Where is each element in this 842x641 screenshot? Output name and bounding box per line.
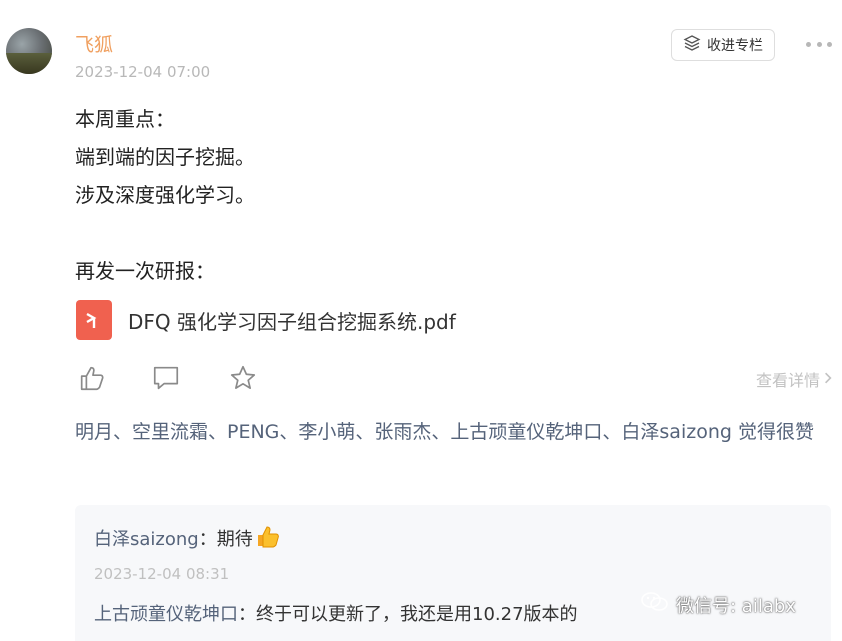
like-icon[interactable] bbox=[76, 362, 108, 394]
wechat-watermark: 微信号: ailabx bbox=[640, 590, 796, 619]
comment-item: 白泽saizong：期待 bbox=[94, 523, 281, 551]
wechat-icon bbox=[640, 590, 670, 619]
liked-by-names[interactable]: 明月、空里流霜、PENG、李小萌、张雨杰、上古顽童仪乾坤口、白泽saizong bbox=[75, 421, 732, 443]
comment-separator: ： bbox=[238, 604, 256, 625]
liked-by-list: 明月、空里流霜、PENG、李小萌、张雨杰、上古顽童仪乾坤口、白泽saizong … bbox=[75, 416, 820, 448]
star-icon[interactable] bbox=[227, 362, 259, 394]
comment-author[interactable]: 白泽saizong bbox=[94, 529, 199, 550]
comment-time: 2023-12-04 08:31 bbox=[94, 565, 230, 583]
action-bar: 查看详情 bbox=[76, 362, 836, 394]
comment-text: 终于可以更新了，我还是用10.27版本的 bbox=[256, 604, 578, 625]
chevron-right-icon bbox=[824, 370, 832, 389]
comment-author[interactable]: 上古顽童仪乾坤口 bbox=[94, 604, 238, 625]
content-line: 本周重点： bbox=[75, 107, 175, 131]
post-time: 2023-12-04 07:00 bbox=[75, 63, 211, 81]
post-content: 本周重点： 端到端的因子挖掘。 涉及深度强化学习。 再发一次研报： bbox=[75, 100, 255, 290]
comment-separator: ： bbox=[198, 529, 217, 550]
watermark-text: 微信号: ailabx bbox=[676, 595, 796, 617]
content-line: 涉及深度强化学习。 bbox=[75, 183, 255, 207]
collect-label: 收进专栏 bbox=[707, 38, 763, 54]
content-line: 再发一次研报： bbox=[75, 259, 215, 283]
view-details-label: 查看详情 bbox=[755, 371, 820, 390]
avatar[interactable] bbox=[6, 28, 52, 74]
content-line: 端到端的因子挖掘。 bbox=[75, 145, 255, 169]
comment-item: 上古顽童仪乾坤口：终于可以更新了，我还是用10.27版本的 bbox=[94, 600, 578, 626]
pdf-icon bbox=[76, 300, 112, 340]
comment-icon[interactable] bbox=[150, 362, 182, 394]
liked-by-suffix: 觉得很赞 bbox=[731, 421, 814, 443]
file-name: DFQ 强化学习因子组合挖掘系统.pdf bbox=[128, 309, 456, 334]
file-attachment[interactable]: DFQ 强化学习因子组合挖掘系统.pdf bbox=[76, 300, 456, 340]
comment-text: 期待 bbox=[216, 529, 253, 550]
layers-icon bbox=[683, 34, 701, 56]
collect-to-column-button[interactable]: 收进专栏 bbox=[671, 29, 775, 61]
author-name[interactable]: 飞狐 bbox=[75, 33, 113, 57]
thumbs-up-emoji-icon bbox=[255, 523, 281, 549]
view-details-link[interactable]: 查看详情 bbox=[756, 367, 832, 391]
more-options-icon[interactable] bbox=[806, 36, 832, 52]
content-line bbox=[75, 214, 255, 252]
comments-section: 白泽saizong：期待 2023-12-04 08:31 上古顽童仪乾坤口：终… bbox=[75, 505, 831, 641]
post-card: 飞狐 2023-12-04 07:00 收进专栏 本周重点： 端到端的因子挖掘。… bbox=[0, 0, 842, 641]
